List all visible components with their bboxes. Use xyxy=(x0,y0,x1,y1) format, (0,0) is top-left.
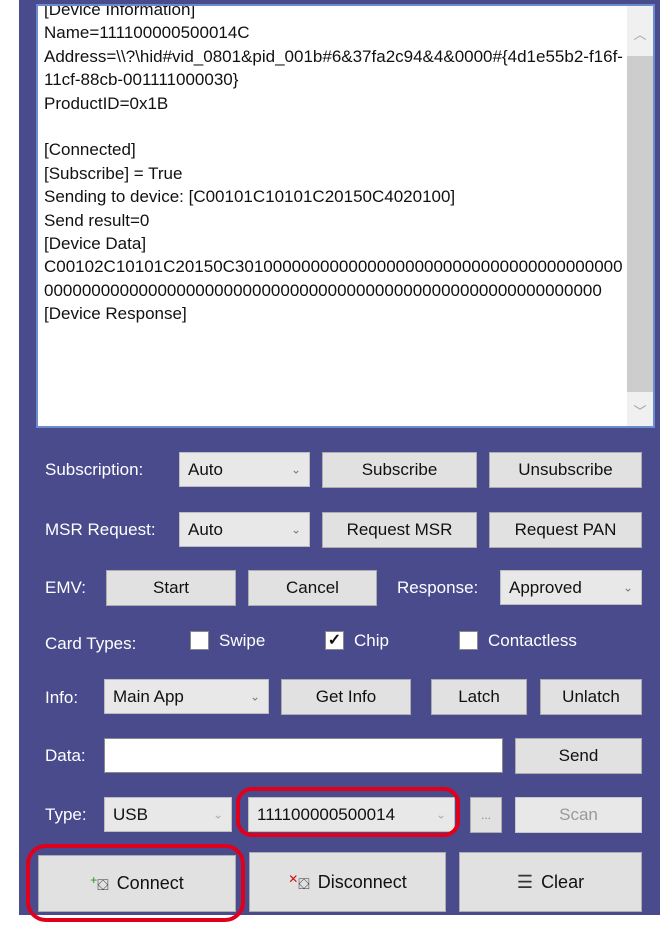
contactless-checkbox[interactable] xyxy=(459,631,478,650)
log-line: [Device Information] xyxy=(44,4,196,19)
scrollbar-thumb[interactable] xyxy=(627,56,653,392)
emv-response-select[interactable]: Approved ⌄ xyxy=(500,570,642,605)
browse-button[interactable]: ... xyxy=(470,797,502,833)
unsubscribe-button[interactable]: Unsubscribe xyxy=(489,452,642,488)
scroll-up-icon[interactable]: ︿ xyxy=(627,24,653,43)
log-line: [Device Response] xyxy=(44,304,187,324)
clear-button[interactable]: ☰ Clear xyxy=(459,852,642,912)
send-button[interactable]: Send xyxy=(515,738,642,774)
chevron-down-icon: ⌄ xyxy=(212,806,223,821)
chevron-down-icon: ⌄ xyxy=(249,688,260,703)
swipe-label[interactable]: Swipe xyxy=(219,631,265,651)
emv-label: EMV: xyxy=(45,578,86,597)
chevron-down-icon: ⌄ xyxy=(290,461,301,476)
connect-label: Connect xyxy=(116,873,184,893)
msr-mode-select[interactable]: Auto ⌄ xyxy=(179,512,310,547)
chip-checkbox[interactable]: ✓ xyxy=(325,631,344,650)
info-select-value: Main App xyxy=(113,686,184,706)
swipe-checkbox[interactable] xyxy=(190,631,209,650)
chip-label[interactable]: Chip xyxy=(354,631,389,651)
log-line: [Device Data] xyxy=(44,234,147,254)
request-pan-button[interactable]: Request PAN xyxy=(489,512,642,548)
connect-button[interactable]: +⛋ Connect xyxy=(38,855,236,912)
log-line: [Connected] xyxy=(44,140,136,160)
scan-button[interactable]: Scan xyxy=(515,797,642,833)
info-select[interactable]: Main App ⌄ xyxy=(104,679,269,714)
checkmark-icon: ✓ xyxy=(327,631,342,649)
info-label: Info: xyxy=(45,688,79,707)
plug-connect-icon: +⛋ xyxy=(90,873,109,894)
plug-disconnect-icon: ✕⛋ xyxy=(288,871,310,893)
log-line: Send result=0 xyxy=(44,210,150,230)
log-scrollbar[interactable]: ︿ ﹀ xyxy=(627,6,653,426)
msr-request-label: MSR Request: xyxy=(45,520,156,539)
type-label: Type: xyxy=(45,805,87,824)
subscribe-button[interactable]: Subscribe xyxy=(322,452,477,488)
disconnect-button[interactable]: ✕⛋ Disconnect xyxy=(249,852,446,912)
device-log-textarea[interactable]: [Device Information] Name=111100000500014… xyxy=(36,4,655,428)
data-label: Data: xyxy=(45,746,86,765)
connection-type-value: USB xyxy=(113,804,148,824)
device-log-text: [Device Information] Name=111100000500014… xyxy=(44,4,629,326)
data-input[interactable] xyxy=(104,738,503,773)
log-line: Sending to device: [C00101C10101C20150C4… xyxy=(44,187,456,207)
contactless-label[interactable]: Contactless xyxy=(488,631,577,651)
emv-response-value: Approved xyxy=(509,577,582,597)
connection-type-select[interactable]: USB ⌄ xyxy=(104,797,232,832)
card-types-label: Card Types: xyxy=(45,634,137,653)
chevron-down-icon: ⌄ xyxy=(435,806,446,821)
log-line: Address=\\?\hid#vid_0801&pid_001b#6&37fa… xyxy=(44,46,623,90)
clear-list-icon: ☰ xyxy=(516,871,534,892)
log-line: [Subscribe] = True xyxy=(44,163,183,183)
log-line: C00102C10101C20150C301000000000000000000… xyxy=(44,257,623,300)
emv-start-button[interactable]: Start xyxy=(106,570,236,606)
subscription-mode-select[interactable]: Auto ⌄ xyxy=(179,452,310,487)
chevron-down-icon: ⌄ xyxy=(290,521,301,536)
request-msr-button[interactable]: Request MSR xyxy=(322,512,477,548)
device-select[interactable]: 111100000500014 ⌄ xyxy=(248,797,455,832)
disconnect-label: Disconnect xyxy=(317,871,407,892)
subscription-mode-value: Auto xyxy=(188,459,223,479)
latch-button[interactable]: Latch xyxy=(431,679,527,715)
get-info-button[interactable]: Get Info xyxy=(281,679,411,715)
log-line: ProductID=0x1B xyxy=(44,93,169,113)
device-select-value: 111100000500014 xyxy=(257,804,396,824)
emv-cancel-button[interactable]: Cancel xyxy=(248,570,377,606)
log-line: Name=111100000500014C xyxy=(44,23,250,43)
unlatch-button[interactable]: Unlatch xyxy=(540,679,642,715)
chevron-down-icon: ⌄ xyxy=(622,579,633,594)
response-label: Response: xyxy=(397,578,479,597)
msr-mode-value: Auto xyxy=(188,519,223,539)
clear-label: Clear xyxy=(541,871,585,892)
scroll-down-icon[interactable]: ﹀ xyxy=(627,401,653,420)
subscription-label: Subscription: xyxy=(45,460,144,479)
